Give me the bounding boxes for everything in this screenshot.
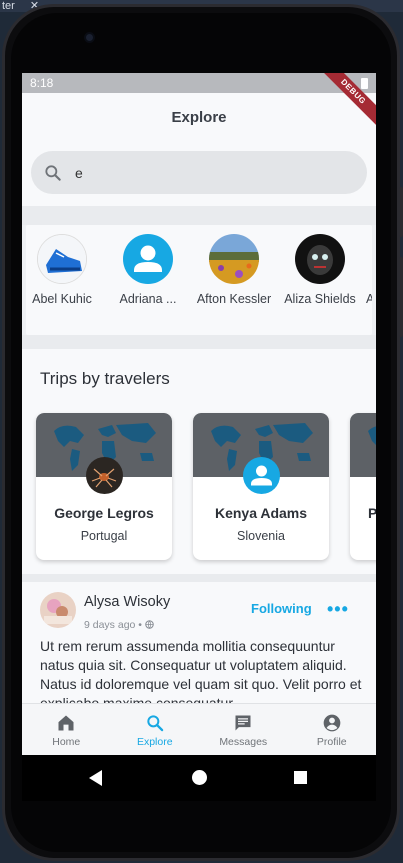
section-title: Trips by travelers (40, 369, 170, 388)
traveler-name: George Legros (54, 505, 154, 521)
tab-label: Profile (316, 736, 347, 748)
power-button (399, 257, 403, 337)
tab-explore[interactable]: Explore (111, 704, 200, 755)
app-screen: 8:18 DEBUG Explore Abel Kuhic (22, 73, 376, 755)
avatar (295, 234, 345, 284)
volume-button (399, 187, 403, 237)
globe-icon (145, 620, 154, 629)
following-button[interactable]: Following (251, 601, 312, 616)
trips-section: Trips by travelers George Legros Portuga… (22, 349, 376, 574)
person-name: Aliza Shields (284, 292, 356, 306)
people-carousel[interactable]: Abel Kuhic Adriana ... Afton Kessler Ali… (26, 225, 372, 335)
traveler-name: Kenya Adams (214, 505, 308, 521)
tab-profile[interactable]: Profile (288, 704, 377, 755)
dark-mask-photo (295, 234, 345, 284)
search-icon (45, 164, 61, 181)
host-title: ter (2, 0, 15, 12)
person-item[interactable]: Abel Kuhic (26, 234, 102, 306)
front-camera-icon (84, 32, 95, 43)
more-options-icon[interactable]: ••• (327, 599, 349, 620)
person-item[interactable]: Afton Kessler (194, 234, 274, 306)
search-icon (147, 715, 163, 732)
tab-label: Home (52, 736, 81, 748)
feed-post: Alysa Wisoky 9 days ago • Following ••• … (22, 582, 376, 722)
search-bar[interactable] (31, 151, 367, 194)
avatar (123, 234, 173, 284)
trip-card[interactable]: Kenya Adams Slovenia (193, 413, 329, 560)
tab-label: Explore (136, 736, 173, 748)
author-photo (40, 592, 76, 628)
message-icon (235, 715, 251, 731)
home-icon (58, 715, 74, 731)
trip-card[interactable]: George Legros Portugal (36, 413, 172, 560)
spider-photo (86, 457, 123, 494)
traveler-country: Portugal (80, 529, 128, 543)
account-circle-icon (323, 714, 341, 732)
post-meta: 9 days ago • (84, 619, 154, 631)
post-author[interactable]: Alysa Wisoky (84, 594, 170, 610)
person-name: Adriana ... (119, 292, 177, 306)
avatar[interactable] (40, 592, 76, 628)
person-name: Abel Kuhic (32, 292, 92, 306)
traveler-country: Slovenia (237, 529, 285, 543)
avatar (243, 457, 280, 494)
status-bar: 8:18 (22, 73, 376, 93)
person-item[interactable]: Aliza Shields (280, 234, 360, 306)
post-time: 9 days ago • (84, 619, 142, 631)
search-section (22, 143, 376, 206)
search-input[interactable] (75, 164, 325, 181)
person-name: A (366, 292, 372, 306)
home-button-icon[interactable] (192, 770, 207, 785)
person-name: Afton Kessler (196, 292, 272, 306)
flower-field-photo (209, 234, 259, 284)
world-map-image (350, 413, 376, 477)
default-person-icon (251, 465, 272, 486)
tab-label: Messages (219, 736, 268, 748)
tab-messages[interactable]: Messages (199, 704, 288, 755)
tab-home[interactable]: Home (22, 704, 111, 755)
post-text: Ut rem rerum assumenda mollitia consequu… (40, 638, 362, 711)
sneaker-photo (38, 235, 86, 283)
bottom-navigation: Home Explore Messages Profile (22, 703, 376, 755)
battery-icon (361, 78, 368, 89)
avatar (37, 234, 87, 284)
person-item[interactable]: A (366, 234, 372, 306)
avatar (86, 457, 123, 494)
default-person-icon (134, 245, 162, 272)
person-item[interactable]: Adriana ... (108, 234, 188, 306)
avatar (209, 234, 259, 284)
page-title: Explore (22, 93, 376, 143)
system-navigation-bar (22, 755, 376, 801)
trip-card[interactable]: P (350, 413, 376, 560)
back-icon[interactable] (89, 770, 102, 786)
recent-apps-icon[interactable] (294, 771, 307, 784)
traveler-name: P (368, 505, 376, 521)
status-time: 8:18 (30, 76, 54, 90)
